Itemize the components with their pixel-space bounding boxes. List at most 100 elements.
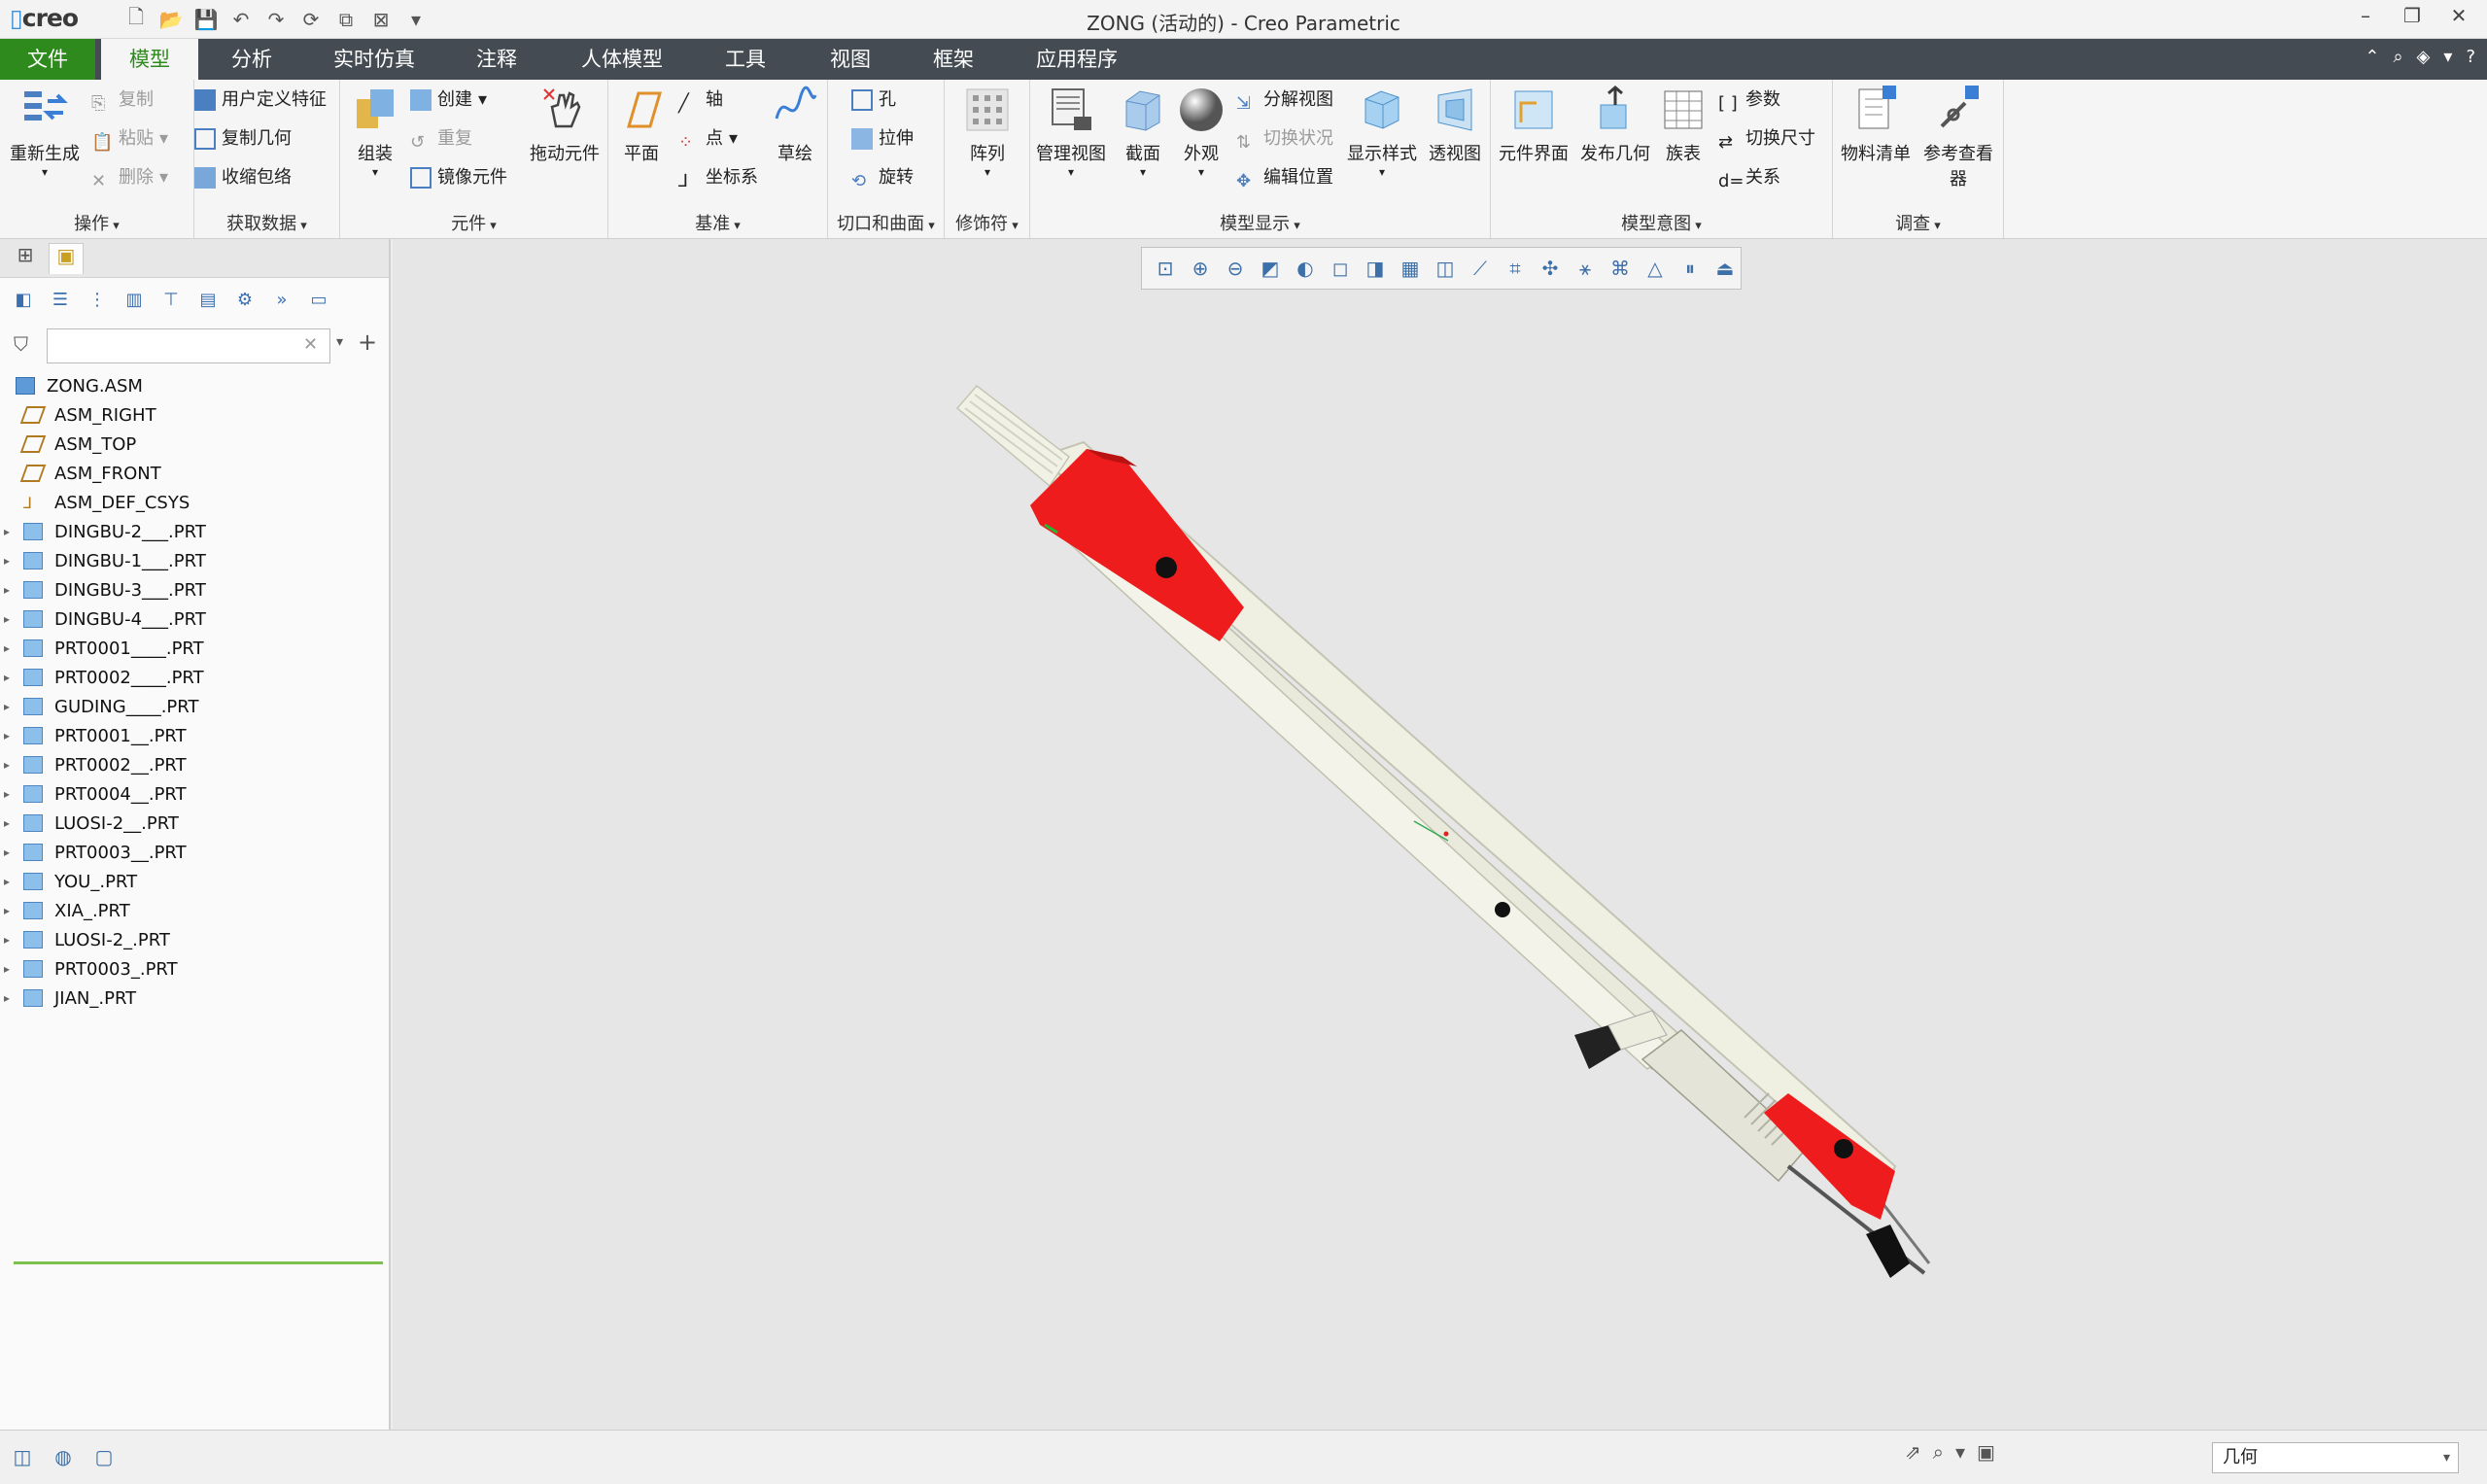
create-component-button[interactable]: 创建 ▾ [410, 86, 487, 115]
drag-components-button[interactable]: 拖动元件 [525, 84, 604, 165]
tree-filters-icon[interactable]: ⊤ [157, 287, 185, 314]
tab-model[interactable]: 模型 [101, 39, 198, 80]
csys-button[interactable]: ⅃ 坐标系 [678, 163, 758, 192]
tree-part-item[interactable]: ▸ PRT0002__.PRT [0, 750, 389, 779]
tree-part-item[interactable]: ▸ PRT0004__.PRT [0, 779, 389, 809]
chevron-down-icon[interactable]: ▾ [2443, 47, 2452, 67]
udf-button[interactable]: 用户定义特征 [194, 86, 327, 115]
show-icon[interactable]: ▭ [305, 287, 332, 314]
tab-annotate[interactable]: 注释 [453, 39, 540, 80]
toggle-navigator-icon[interactable]: ◫ [8, 1442, 37, 1471]
tree-part-item[interactable]: ▸ LUOSI-2_.PRT [0, 925, 389, 954]
perspective-button[interactable]: 透视图 [1423, 84, 1487, 165]
customize-qat-icon[interactable]: ▾ [401, 5, 431, 34]
tree-part-item[interactable]: ▸ PRT0003__.PRT [0, 838, 389, 867]
section-button[interactable]: 截面 ▾ [1116, 84, 1170, 179]
tab-view[interactable]: 视图 [807, 39, 894, 80]
layers-icon[interactable]: ◈ [2417, 47, 2431, 67]
tree-columns-icon[interactable]: ▤ [194, 287, 222, 314]
exploded-view-button[interactable]: ⇲ 分解视图 [1236, 86, 1333, 115]
find-dropdown-icon[interactable]: ▾ [1955, 1440, 1965, 1464]
help-icon[interactable]: ? [2466, 47, 2475, 67]
switch-dimensions-button[interactable]: ⇄ 切换尺寸 [1718, 124, 1815, 154]
add-filter-icon[interactable]: + [358, 328, 377, 356]
browser-icon[interactable]: ◍ [49, 1442, 78, 1471]
full-screen-icon[interactable]: ▢ [89, 1442, 119, 1471]
manage-views-dropdown-icon[interactable]: ▾ [1034, 165, 1108, 179]
selected-items-icon[interactable]: ▣ [1977, 1440, 1995, 1464]
list-icon[interactable]: ☰ [47, 287, 74, 314]
expand-arrow-icon[interactable]: ▸ [0, 816, 14, 830]
component-interface-button[interactable]: 元件界面 [1495, 84, 1572, 165]
hole-button[interactable]: 孔 [851, 86, 896, 115]
folder-browser-tab-icon[interactable]: ▣ [49, 243, 84, 274]
find-icon[interactable]: ⌕ [1933, 1440, 1944, 1464]
group-label-investigate[interactable]: 调查 [1833, 210, 2003, 235]
assemble-button[interactable]: 组装 ▾ [346, 84, 404, 179]
close-icon[interactable]: ✕ [2442, 4, 2475, 33]
regenerate-dropdown-icon[interactable]: ▾ [6, 165, 84, 179]
clear-filter-icon[interactable]: ✕ [303, 334, 318, 355]
sketch-button[interactable]: 草绘 [766, 84, 824, 165]
paste-button[interactable]: 📋 粘贴 ▾ [91, 124, 168, 154]
display-style-button[interactable]: 显示样式 ▾ [1343, 84, 1421, 179]
mirror-component-button[interactable]: 镜像元件 [410, 163, 507, 192]
expand-arrow-icon[interactable]: ▸ [0, 554, 14, 568]
publish-geometry-button[interactable]: 发布几何 [1576, 84, 1654, 165]
expand-arrow-icon[interactable]: ▸ [0, 962, 14, 976]
regenerate-button[interactable]: 重新生成 ▾ [6, 84, 84, 179]
pattern-button[interactable]: 阵列 ▾ [958, 84, 1017, 179]
minimize-icon[interactable]: – [2349, 4, 2382, 33]
close-window-icon[interactable]: ⊠ [366, 5, 396, 34]
selection-filter-dropdown[interactable]: 几何 ▾ [2212, 1442, 2459, 1473]
tree-part-item[interactable]: ▸ PRT0002____.PRT [0, 663, 389, 692]
group-label-operations[interactable]: 操作 [0, 210, 193, 235]
expand-arrow-icon[interactable]: ▸ [0, 904, 14, 917]
delete-button[interactable]: ✕ 删除 ▾ [91, 163, 168, 192]
expand-arrow-icon[interactable]: ▸ [0, 758, 14, 772]
save-icon[interactable]: 💾 [191, 5, 221, 34]
expand-arrow-icon[interactable]: ▸ [0, 641, 14, 655]
appearance-button[interactable]: 外观 ▾ [1174, 84, 1228, 179]
undo-icon[interactable]: ↶ [226, 5, 256, 34]
tree-part-item[interactable]: ▸ DINGBU-3___.PRT [0, 575, 389, 604]
tree-part-item[interactable]: ▸ PRT0001____.PRT [0, 634, 389, 663]
parameters-button[interactable]: [ ] 参数 [1718, 86, 1780, 115]
bom-button[interactable]: 物料清单 [1837, 84, 1915, 165]
reference-viewer-button[interactable]: 参考查看 器 [1917, 84, 2000, 190]
redo-icon[interactable]: ↷ [261, 5, 291, 34]
tab-analysis[interactable]: 分析 [208, 39, 295, 80]
tab-file[interactable]: 文件 [0, 39, 95, 80]
tree-datum-item[interactable]: ASM_RIGHT [0, 400, 389, 430]
group-label-model-intent[interactable]: 模型意图 [1491, 210, 1832, 235]
point-button[interactable]: ⁘ 点 ▾ [678, 124, 738, 154]
pattern-dropdown-icon[interactable]: ▾ [958, 165, 1017, 179]
appearance-dropdown-icon[interactable]: ▾ [1174, 165, 1228, 179]
plane-button[interactable]: 平面 [614, 84, 669, 165]
section-dropdown-icon[interactable]: ▾ [1116, 165, 1170, 179]
windows-icon[interactable]: ⧉ [331, 5, 361, 34]
copy-button[interactable]: ⎘ 复制 [91, 86, 154, 115]
smart-selection-icon[interactable]: ⇗ [1905, 1440, 1921, 1464]
open-folder-icon[interactable]: 📂 [156, 5, 186, 34]
tree-datum-item[interactable]: ⅃ ASM_DEF_CSYS [0, 488, 389, 517]
tab-applications[interactable]: 应用程序 [1017, 39, 1137, 80]
extrude-button[interactable]: 拉伸 [851, 124, 914, 154]
tab-tools[interactable]: 工具 [702, 39, 789, 80]
axis-button[interactable]: ╱ 轴 [678, 86, 723, 115]
display-style-dropdown-icon[interactable]: ▾ [1343, 165, 1421, 179]
compass-assembly-model[interactable] [393, 239, 2487, 1430]
restore-icon[interactable]: ❐ [2396, 4, 2429, 33]
model-tree-tab-icon[interactable]: ⊞ [8, 243, 43, 274]
settings-icon[interactable]: ⚙ [231, 287, 259, 314]
columns-icon[interactable]: ▥ [121, 287, 148, 314]
shrinkwrap-button[interactable]: 收缩包络 [194, 163, 292, 192]
group-label-component[interactable]: 元件 [340, 210, 607, 235]
expand-arrow-icon[interactable]: ▸ [0, 583, 14, 597]
tree-part-item[interactable]: ▸ GUDING____.PRT [0, 692, 389, 721]
tree-part-item[interactable]: ▸ DINGBU-2___.PRT [0, 517, 389, 546]
layer-tree-icon[interactable]: ◧ [10, 287, 37, 314]
toggle-status-button[interactable]: ⇅ 切换状况 [1236, 124, 1333, 154]
graphics-window[interactable]: ⊡ ⊕ ⊖ ◩ ◐ ◻ ◨ ▦ ◫ ⟋ ⌗ ✣ ⚹ ⌘ △ ⏸ ⏏ [393, 239, 2487, 1430]
expand-arrow-icon[interactable]: ▸ [0, 671, 14, 684]
